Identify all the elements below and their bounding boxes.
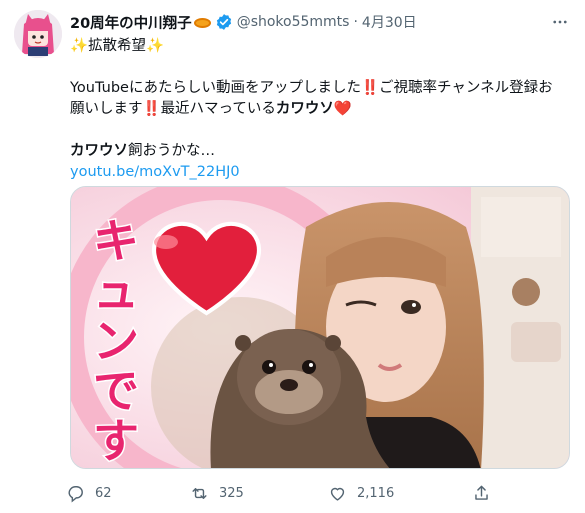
ring-emoji-icon (193, 18, 211, 28)
thumbnail-caption-char: す (93, 414, 139, 468)
text-segment: YouTubeにあたらしい動画をアップしました (70, 80, 361, 96)
youtube-link[interactable]: youtu.be/moXvT_22HJ0 (70, 164, 240, 180)
bold-text: カワウソ (70, 143, 128, 159)
thumbnail-caption-char: ュ (93, 264, 139, 318)
thumbnail-image: キュンです (71, 187, 569, 469)
tweet-date[interactable]: 4月30日 (362, 12, 417, 32)
reply-button[interactable]: 62 (66, 480, 112, 506)
double-exclamation-emoji: ‼️ (360, 80, 380, 96)
user-handle[interactable]: @shoko55mmts (237, 14, 350, 30)
like-heart-icon (330, 487, 345, 501)
text-line-5: youtu.be/moXvT_22HJ0 (70, 162, 570, 183)
bold-text: カワウソ (275, 101, 334, 117)
text-line-2: YouTubeにあたらしい動画をアップしました‼️ご視聴率チャンネル登録お (70, 78, 570, 99)
retweet-icon (192, 487, 207, 499)
text-segment: 最近ハマっている (160, 101, 276, 117)
reply-icon (68, 485, 83, 503)
thumbnail-caption: キュンです (92, 213, 141, 469)
text-line-4: カワウソ飼おうかな… (70, 141, 570, 162)
sparkle-emoji: ✨ (70, 38, 89, 54)
sparkle-emoji: ✨ (146, 38, 165, 54)
share-icon (475, 485, 488, 500)
double-exclamation-emoji: ‼️ (142, 101, 161, 117)
like-button[interactable]: 2,116 (328, 480, 394, 506)
svg-text:キュンです: キュンです (93, 214, 139, 468)
thumbnail-caption-char: で (93, 364, 139, 418)
text-segment: 拡散希望 (88, 38, 147, 54)
share-button[interactable] (472, 480, 501, 506)
retweet-count: 325 (219, 485, 244, 501)
retweet-button[interactable]: 325 (190, 480, 244, 506)
separator-dot: · (353, 14, 358, 30)
thumbnail-caption-char: キ (93, 214, 139, 268)
text-segment: 願いします (70, 101, 143, 117)
tweet-card[interactable]: 20周年の中川翔子 @shoko55mmts · 4月30日 ✨拡散希望✨ Yo… (0, 0, 585, 513)
display-name[interactable]: 20周年の中川翔子 (70, 12, 192, 33)
text-line-1: ✨拡散希望✨ (70, 36, 570, 57)
tweet-actions: 62 325 2,116 (66, 480, 506, 506)
like-count: 2,116 (357, 485, 395, 501)
more-options-icon[interactable] (549, 11, 571, 33)
text-segment: 飼おうかな… (128, 143, 215, 159)
avatar[interactable] (14, 10, 62, 58)
avatar-character-icon (14, 10, 62, 58)
thumbnail-caption-char: ン (93, 314, 139, 368)
text-line-3: 願いします‼️最近ハマっているカワウソ❤️ (70, 99, 570, 120)
verified-badge-icon (216, 14, 231, 30)
heart-emoji: ❤️ (333, 101, 352, 117)
tweet-header: 20周年の中川翔子 @shoko55mmts · 4月30日 (70, 11, 571, 33)
reply-count: 62 (95, 485, 112, 501)
text-segment: ご視聴率チャンネル登録お (379, 80, 553, 96)
video-thumbnail[interactable]: キュンです (70, 186, 570, 469)
tweet-text: ✨拡散希望✨ YouTubeにあたらしい動画をアップしました‼️ご視聴率チャンネ… (70, 36, 570, 183)
